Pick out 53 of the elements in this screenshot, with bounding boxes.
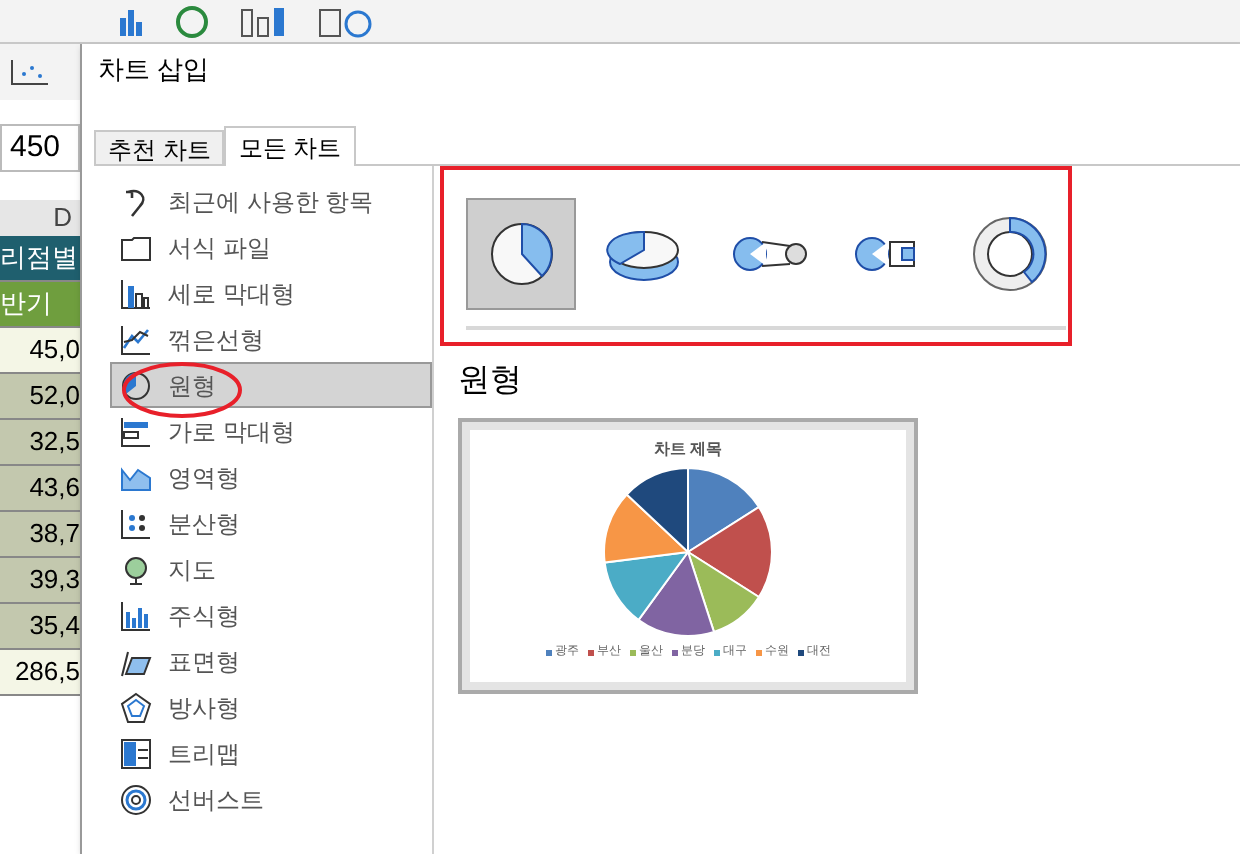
stock-chart-icon (120, 599, 152, 631)
table-cell: 52,0 (0, 374, 80, 420)
chart-type-item[interactable]: 지도 (110, 546, 432, 592)
table-cell: 45,0 (0, 328, 80, 374)
chart-type-item[interactable]: 서식 파일 (110, 224, 432, 270)
column-chart-icon[interactable] (116, 5, 148, 37)
pie-slice (603, 493, 689, 564)
chart-type-item[interactable]: 분산형 (110, 500, 432, 546)
chart-type-item[interactable]: 선버스트 (110, 776, 432, 822)
table-cell: 반기 (0, 282, 80, 328)
scatter-chart-icon[interactable] (8, 56, 52, 88)
table-cell: 39,3 (0, 558, 80, 604)
chart-type-item[interactable]: 세로 막대형 (110, 270, 432, 316)
pie-slice (637, 551, 715, 637)
bar-chart-icon (120, 415, 152, 447)
pie-slice (687, 467, 760, 553)
chart-type-heading: 원형 (458, 362, 524, 402)
pie-slice (603, 551, 689, 621)
line-chart-icon (120, 323, 152, 355)
table-cell: 286,5 (0, 650, 80, 696)
column-header[interactable]: D (0, 200, 80, 236)
sunburst-chart-icon (120, 783, 152, 815)
name-box[interactable]: 450 (0, 124, 80, 172)
chart-type-item[interactable]: 원형 (110, 362, 432, 408)
chart-type-item[interactable]: 주식형 (110, 592, 432, 638)
table-cell: 32,5 (0, 420, 80, 466)
pie-slice (687, 551, 760, 633)
column-chart-icon (120, 277, 152, 309)
scatter-chart-icon (120, 507, 152, 539)
pie-chart-icon (120, 369, 152, 401)
template-chart-icon (120, 231, 152, 263)
radar-chart-icon (120, 691, 152, 723)
table-cell: 38,7 (0, 512, 80, 558)
table-cell: 35,4 (0, 604, 80, 650)
chart-type-item[interactable]: 가로 막대형 (110, 408, 432, 454)
chart-tab[interactable]: 추천 차트 (94, 130, 225, 164)
window-title: 차트 삽입 (96, 52, 212, 89)
chart-type-item[interactable]: 영역형 (110, 454, 432, 500)
pie-slice (625, 467, 689, 553)
chart-type-item[interactable]: 트리맵 (110, 730, 432, 776)
table-cell: 43,6 (0, 466, 80, 512)
chart-type-item[interactable]: 최근에 사용한 항목 (110, 178, 432, 224)
chart-title: 차트 제목 (653, 438, 723, 462)
table-cell: 리점별 (0, 236, 80, 282)
chart-type-item[interactable]: 방사형 (110, 684, 432, 730)
pie-slice (687, 506, 773, 598)
chart-type-item[interactable]: 꺾은선형 (110, 316, 432, 362)
chart-tab[interactable]: 모든 차트 (224, 126, 356, 166)
treemap-chart-icon (120, 737, 152, 769)
map-chart-icon (120, 553, 152, 585)
chart-subtype-button[interactable] (466, 198, 577, 310)
chart-type-item[interactable]: 표면형 (110, 638, 432, 684)
highlight-ellipse (120, 360, 244, 420)
